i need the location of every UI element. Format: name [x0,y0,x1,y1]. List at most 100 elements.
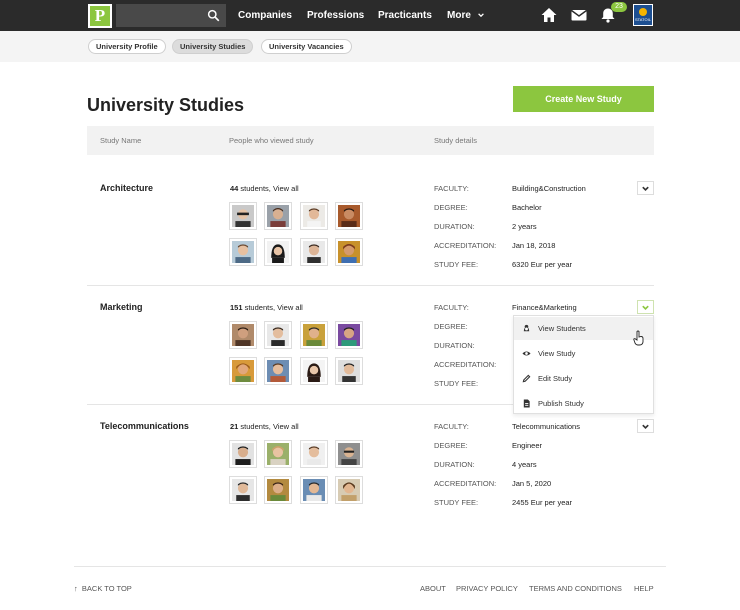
viewer-avatar[interactable] [230,477,256,503]
footer-link-terms[interactable]: TERMS AND CONDITIONS [529,584,622,593]
viewers-count: 44 students, View all [230,184,299,193]
detail-label: DEGREE: [434,203,468,212]
column-header-viewers: People who viewed study [229,136,314,145]
viewer-avatar[interactable] [265,239,291,265]
viewer-avatar[interactable] [265,441,291,467]
study-name[interactable]: Telecommunications [100,421,189,431]
viewer-avatar[interactable] [265,322,291,348]
chevron-down-icon [642,305,649,310]
tab-university-profile[interactable]: University Profile [88,39,166,54]
table-row: Telecommunications 21 students, View all… [87,405,654,525]
avatar-label: STATOIL [634,17,651,22]
nav-professions[interactable]: Professions [307,0,364,31]
home-icon[interactable] [540,6,558,24]
detail-value: Bachelor [512,203,542,212]
logo[interactable]: P [88,4,112,28]
document-icon [523,399,530,408]
view-all-link[interactable]: View all [273,422,299,431]
tab-university-vacancies[interactable]: University Vacancies [261,39,352,54]
column-header-study-name: Study Name [100,136,142,145]
menu-item-publish-study[interactable]: Publish Study [514,392,653,415]
view-all-link[interactable]: View all [277,303,303,312]
nav-companies[interactable]: Companies [238,0,292,31]
detail-value: Finance&Marketing [512,303,577,312]
detail-label: DEGREE: [434,441,468,450]
menu-item-label: Publish Study [538,399,584,408]
detail-label: FACULTY: [434,422,469,431]
viewer-avatar[interactable] [336,203,362,229]
viewers-suffix: students, [242,303,278,312]
viewer-avatar[interactable] [301,358,327,384]
viewer-avatar[interactable] [301,203,327,229]
mail-icon[interactable] [570,6,588,24]
viewer-avatar[interactable] [265,477,291,503]
detail-value: Telecommunications [512,422,580,431]
detail-value: Jan 5, 2020 [512,479,552,488]
study-name[interactable]: Marketing [100,302,143,312]
detail-label: STUDY FEE: [434,260,479,269]
viewer-avatar[interactable] [301,239,327,265]
row-actions-dropdown[interactable] [637,181,654,195]
nav-more[interactable]: More [447,0,485,31]
detail-value: Jan 18, 2018 [512,241,556,250]
column-header-details: Study details [434,136,477,145]
chevron-down-icon [477,13,484,18]
viewer-avatar[interactable] [336,322,362,348]
menu-item-label: Edit Study [538,374,573,383]
table-header: Study Name People who viewed study Study… [87,126,654,155]
viewers-number: 151 [230,303,243,312]
detail-label: ACCREDITATION: [434,479,497,488]
viewer-avatar[interactable] [301,441,327,467]
detail-value: 6320 Eur per year [512,260,573,269]
detail-label: FACULTY: [434,184,469,193]
tab-university-studies[interactable]: University Studies [172,39,254,54]
create-new-study-button[interactable]: Create New Study [513,86,654,112]
eye-icon [522,351,531,356]
viewers-count: 21 students, View all [230,422,299,431]
chevron-down-icon [642,424,649,429]
pencil-icon [522,374,531,383]
detail-label: DURATION: [434,460,475,469]
viewer-avatar[interactable] [230,441,256,467]
avatar[interactable]: STATOIL [633,4,653,26]
viewer-avatar[interactable] [265,203,291,229]
viewer-avatar[interactable] [230,239,256,265]
viewer-avatar[interactable] [336,239,362,265]
viewers-count: 151 students, View all [230,303,303,312]
viewers-suffix: students, [238,184,273,193]
study-name[interactable]: Architecture [100,183,153,193]
chevron-down-icon [642,186,649,191]
viewer-avatar[interactable] [230,358,256,384]
detail-label: STUDY FEE: [434,379,479,388]
detail-value: Building&Construction [512,184,586,193]
menu-item-edit-study[interactable]: Edit Study [514,367,653,390]
viewer-avatar[interactable] [301,477,327,503]
detail-value: 2455 Eur per year [512,498,573,507]
viewer-avatar[interactable] [301,322,327,348]
search-icon[interactable] [207,9,220,22]
detail-value: Engineer [512,441,543,450]
viewer-avatar[interactable] [230,322,256,348]
viewers-suffix: students, [238,422,273,431]
row-actions-dropdown[interactable] [637,300,654,314]
menu-item-label: View Study [538,349,576,358]
nav-more-label: More [447,10,471,21]
footer-link-about[interactable]: ABOUT [420,584,446,593]
row-actions-dropdown[interactable] [637,419,654,433]
footer-link-privacy-policy[interactable]: PRIVACY POLICY [456,584,518,593]
viewer-avatar[interactable] [336,358,362,384]
view-all-link[interactable]: View all [273,184,299,193]
search-input[interactable] [116,4,226,27]
nav-practicants[interactable]: Practicants [378,0,432,31]
footer-link-help[interactable]: HELP [634,584,654,593]
detail-label: ACCREDITATION: [434,360,497,369]
hand-cursor-icon [633,330,644,346]
detail-label: ACCREDITATION: [434,241,497,250]
detail-label: DEGREE: [434,322,468,331]
back-to-top-link[interactable]: ↑ BACK TO TOP [74,584,132,593]
viewer-avatar[interactable] [230,203,256,229]
viewer-avatar[interactable] [336,477,362,503]
viewer-avatar[interactable] [265,358,291,384]
top-navigation-bar: P Companies Professions Practicants More… [0,0,740,31]
viewer-avatar[interactable] [336,441,362,467]
